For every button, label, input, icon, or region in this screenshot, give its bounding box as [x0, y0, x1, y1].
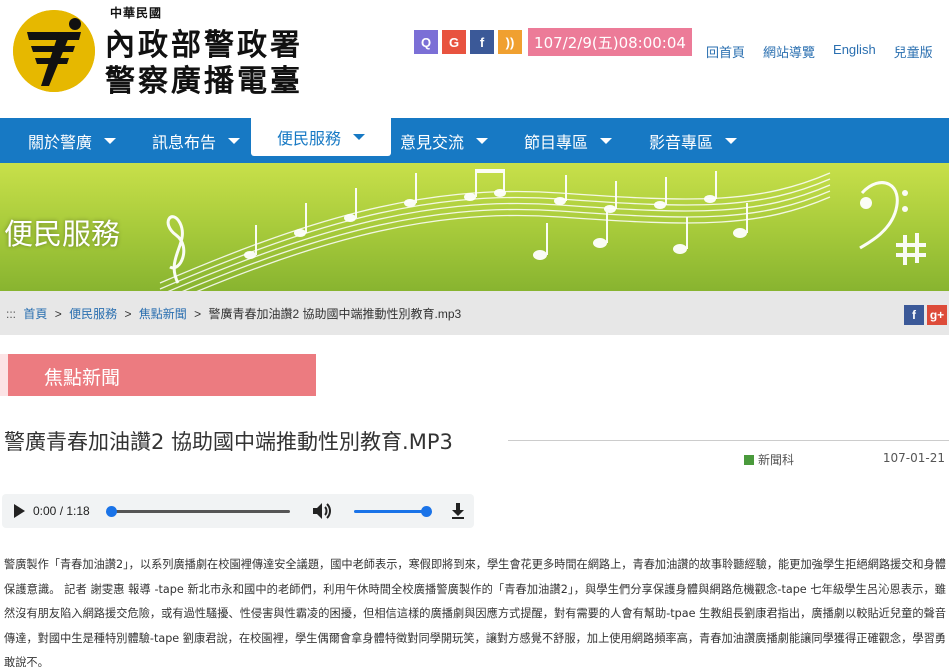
breadcrumb: ::: 首頁 > 便民服務 > 焦點新聞 > 警廣青春加油讚2 協助國中端推動性…	[6, 305, 461, 322]
facebook-icon[interactable]: f	[470, 30, 494, 54]
breadcrumb-separator: >	[124, 307, 132, 321]
site-header: 中華民國 內政部警政署 警察廣播電臺 Q G f )) 107/2/9(五)08…	[0, 0, 949, 118]
volume-icon[interactable]	[312, 502, 332, 520]
audio-progress-knob[interactable]	[106, 506, 117, 517]
banner-title: 便民服務	[4, 217, 121, 251]
logo-emblem	[13, 10, 95, 92]
nav-item-media[interactable]: 影音專區	[649, 118, 738, 163]
play-icon[interactable]	[14, 504, 25, 518]
breadcrumb-dots-icon: :::	[6, 307, 17, 321]
social-icons: Q G f ))	[414, 30, 522, 54]
audio-time: 0:00 / 1:18	[33, 504, 90, 518]
chevron-down-icon	[228, 137, 241, 144]
volume-knob[interactable]	[421, 506, 432, 517]
share-buttons: f g+	[904, 305, 947, 325]
link-kids[interactable]: 兒童版	[894, 42, 933, 61]
article-unit-label: 新聞科	[758, 453, 795, 467]
breadcrumb-news[interactable]: 焦點新聞	[139, 307, 187, 321]
section-title: 焦點新聞	[44, 367, 121, 389]
unit-square-icon	[744, 454, 754, 465]
googleplus-share-icon[interactable]: g+	[927, 305, 947, 325]
nav-item-label: 節目專區	[524, 132, 589, 152]
nav-item-label: 便民服務	[277, 129, 342, 148]
rss-icon[interactable]: ))	[498, 30, 522, 54]
article-body: 警廣製作「青春加油讚2」，以系列廣播劇在校園裡傳達安全議題，國中老師表示，寒假即…	[4, 558, 946, 667]
title-divider	[508, 440, 949, 441]
section-header: 焦點新聞	[0, 354, 316, 396]
top-links: 回首頁 網站導覽 English 兒童版	[706, 42, 933, 61]
breadcrumb-services[interactable]: 便民服務	[69, 307, 117, 321]
nav-item-about[interactable]: 關於警廣	[28, 118, 117, 163]
chevron-down-icon	[725, 137, 738, 144]
article-date: 107-01-21	[882, 451, 945, 465]
chevron-down-icon	[353, 134, 366, 140]
article-title: 警廣青春加油讚2 協助國中端推動性別教育.MP3	[4, 430, 453, 454]
breadcrumb-separator: >	[194, 307, 202, 321]
audio-progress-bar[interactable]	[106, 506, 290, 517]
chevron-down-icon	[600, 137, 613, 144]
breadcrumb-separator: >	[54, 307, 62, 321]
main-nav: 關於警廣 訊息布告 便民服務 意見交流 節目專區 影音專區	[0, 118, 949, 163]
chevron-down-icon	[104, 137, 117, 144]
breadcrumb-bar: ::: 首頁 > 便民服務 > 焦點新聞 > 警廣青春加油讚2 協助國中端推動性…	[0, 291, 949, 335]
google-icon[interactable]: G	[442, 30, 466, 54]
music-notes-decoration	[159, 169, 926, 291]
nav-item-services[interactable]: 便民服務	[251, 118, 392, 156]
chevron-down-icon	[476, 137, 489, 144]
nav-item-announcements[interactable]: 訊息布告	[152, 118, 241, 163]
volume-slider[interactable]	[354, 506, 432, 517]
logo-subtitle: 中華民國	[110, 6, 163, 20]
nav-item-label: 意見交流	[400, 132, 465, 152]
nav-item-feedback[interactable]: 意見交流	[400, 118, 489, 163]
link-sitemap[interactable]: 網站導覽	[763, 42, 815, 61]
nav-item-label: 關於警廣	[28, 132, 93, 152]
nav-item-label: 影音專區	[649, 132, 714, 152]
breadcrumb-current: 警廣青春加油讚2 協助國中端推動性別教育.mp3	[208, 307, 462, 321]
link-english[interactable]: English	[833, 42, 876, 61]
audio-player: 0:00 / 1:18	[2, 494, 474, 528]
logo-title-line2: 警察廣播電臺	[105, 64, 303, 99]
current-date-time: 107/2/9(五)08:00:04	[528, 28, 692, 56]
nav-item-programs[interactable]: 節目專區	[524, 118, 613, 163]
nav-item-label: 訊息布告	[152, 132, 217, 152]
page-banner: 便民服務	[0, 163, 949, 291]
article-unit: 新聞科	[744, 451, 794, 468]
search-icon[interactable]: Q	[414, 30, 438, 54]
breadcrumb-home[interactable]: 首頁	[23, 307, 47, 321]
facebook-share-icon[interactable]: f	[904, 305, 924, 325]
download-icon[interactable]	[450, 502, 466, 520]
link-home[interactable]: 回首頁	[706, 42, 745, 61]
site-logo[interactable]: 中華民國 內政部警政署 警察廣播電臺	[10, 4, 330, 99]
